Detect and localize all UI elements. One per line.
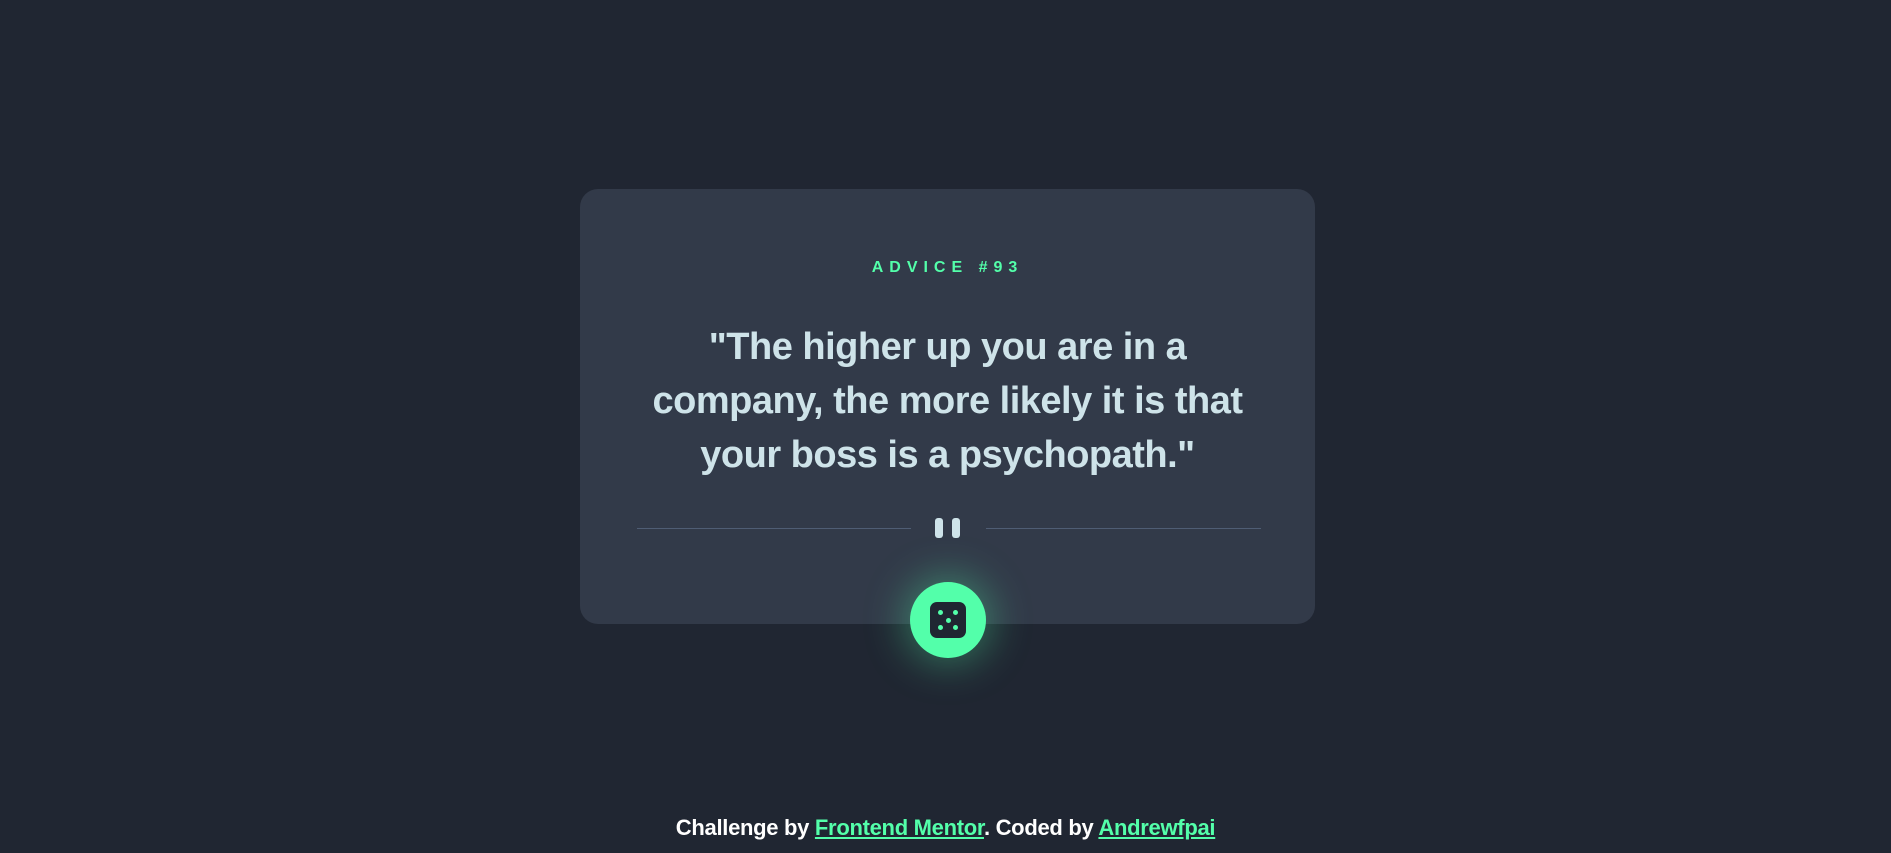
advice-label: ADVICE #93 xyxy=(871,259,1024,276)
pause-icon xyxy=(933,518,963,538)
divider-line-right xyxy=(986,528,1261,529)
frontend-mentor-link[interactable]: Frontend Mentor xyxy=(815,815,984,840)
footer-challenge-text: Challenge by xyxy=(675,815,815,840)
divider-line-left xyxy=(637,528,911,529)
attribution-footer: Challenge by Frontend Mentor. Coded by A… xyxy=(0,815,1891,841)
divider xyxy=(637,518,1261,538)
dice-icon xyxy=(930,602,966,638)
advice-card: ADVICE #93 "The higher up you are in a c… xyxy=(580,189,1315,624)
advice-quote: "The higher up you are in a company, the… xyxy=(652,326,1243,476)
footer-coded-text: . Coded by xyxy=(983,815,1099,840)
new-advice-button[interactable] xyxy=(910,582,986,658)
author-link[interactable]: Andrewfpai xyxy=(1098,815,1215,840)
